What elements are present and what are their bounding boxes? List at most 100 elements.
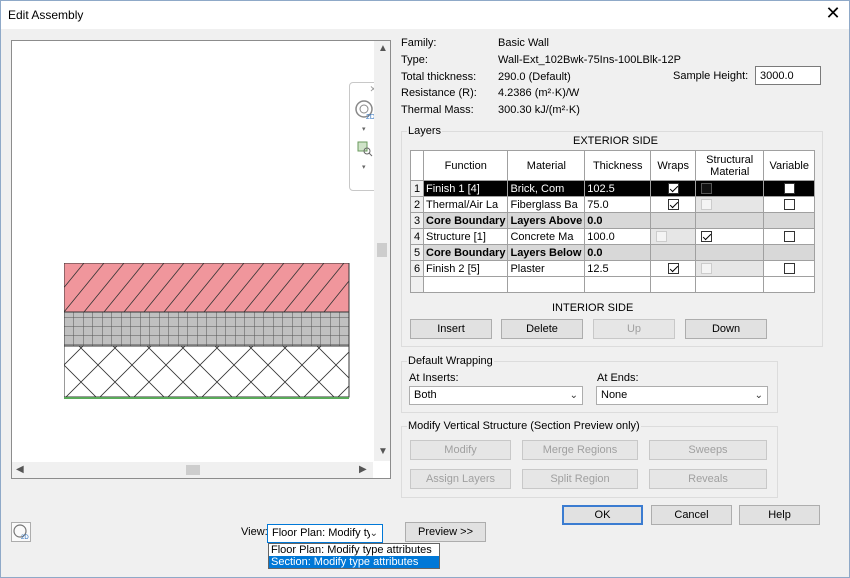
table-row[interactable]: 4 Structure [1] Concrete Ma 100.0: [410, 228, 816, 245]
cell-material[interactable]: [507, 276, 586, 293]
view-select[interactable]: Floor Plan: Modify typ ⌄: [267, 524, 383, 543]
horizontal-scroll-thumb[interactable]: [186, 465, 200, 475]
insert-button[interactable]: Insert: [410, 319, 492, 339]
cell-function[interactable]: Structure [1]: [422, 228, 509, 245]
chevron-down-icon[interactable]: ⌄: [570, 387, 578, 404]
steering-wheel-icon[interactable]: 2D: [354, 99, 376, 121]
cell-function[interactable]: Finish 2 [5]: [422, 260, 509, 277]
variable-checkbox[interactable]: [783, 231, 795, 243]
reveals-button[interactable]: Reveals: [649, 469, 767, 489]
row-number[interactable]: 3: [410, 212, 424, 229]
chevron-down-icon[interactable]: ▾: [362, 125, 366, 133]
cell-thickness[interactable]: 102.5: [584, 180, 652, 197]
cell-variable[interactable]: [763, 260, 816, 277]
preview-button[interactable]: Preview >>: [405, 522, 486, 542]
cell-material[interactable]: Fiberglass Ba: [507, 196, 586, 213]
at-inserts-select[interactable]: Both ⌄: [409, 386, 583, 405]
view-dropdown-list[interactable]: Floor Plan: Modify type attributes Secti…: [268, 543, 440, 569]
up-button[interactable]: Up: [593, 319, 675, 339]
variable-checkbox[interactable]: [783, 263, 795, 275]
view-cube-2d-button[interactable]: 2D: [11, 522, 31, 542]
cell-material[interactable]: Concrete Ma: [507, 228, 586, 245]
table-row[interactable]: 3 Core Boundary Layers Above 0.0: [410, 212, 816, 229]
table-row-empty[interactable]: [410, 276, 816, 293]
chevron-down-icon[interactable]: ⌄: [755, 387, 763, 404]
modify-button[interactable]: Modify: [410, 440, 511, 460]
column-header-thickness[interactable]: Thickness: [584, 150, 652, 181]
cell-variable[interactable]: [763, 180, 816, 197]
section-preview[interactable]: ✕ 2D ▾ ▾: [11, 40, 391, 479]
cancel-button[interactable]: Cancel: [651, 505, 732, 525]
cell-structural[interactable]: [695, 276, 765, 293]
column-header-variable[interactable]: Variable: [763, 150, 816, 181]
delete-button[interactable]: Delete: [501, 319, 583, 339]
help-button[interactable]: Help: [739, 505, 820, 525]
row-number[interactable]: 1: [410, 180, 424, 197]
type-label: Type:: [401, 54, 428, 66]
zoom-region-icon[interactable]: [357, 141, 373, 157]
wraps-checkbox[interactable]: [667, 199, 679, 211]
down-button[interactable]: Down: [685, 319, 767, 339]
row-number[interactable]: [410, 276, 424, 293]
cell-thickness[interactable]: 75.0: [584, 196, 652, 213]
row-number[interactable]: 2: [410, 196, 424, 213]
cell-thickness[interactable]: [584, 276, 652, 293]
scroll-right-icon[interactable]: ▶: [359, 464, 367, 475]
column-header-wraps[interactable]: Wraps: [650, 150, 697, 181]
cell-variable[interactable]: [763, 276, 816, 293]
horizontal-scrollbar[interactable]: ◀ ▶: [12, 462, 373, 478]
preview-canvas[interactable]: ✕ 2D ▾ ▾: [12, 41, 381, 461]
row-number[interactable]: 6: [410, 260, 424, 277]
column-header-material[interactable]: Material: [507, 150, 586, 181]
cell-thickness[interactable]: 100.0: [584, 228, 652, 245]
split-region-button[interactable]: Split Region: [522, 469, 638, 489]
at-ends-select[interactable]: None ⌄: [596, 386, 768, 405]
column-header-function[interactable]: Function: [422, 150, 509, 181]
vertical-scroll-thumb[interactable]: [377, 243, 387, 257]
cell-function[interactable]: Thermal/Air La: [422, 196, 509, 213]
merge-regions-button[interactable]: Merge Regions: [522, 440, 638, 460]
cell-function[interactable]: Finish 1 [4]: [422, 180, 509, 197]
scroll-up-icon[interactable]: ▲: [378, 43, 388, 54]
cell-structural[interactable]: [695, 228, 765, 245]
layers-table[interactable]: Function Material Thickness Wraps Struct…: [410, 150, 816, 293]
table-row[interactable]: 5 Core Boundary Layers Below 0.0: [410, 244, 816, 261]
wraps-checkbox[interactable]: [667, 183, 679, 195]
wall-section-drawing: [64, 263, 350, 399]
view-option-floor-plan[interactable]: Floor Plan: Modify type attributes: [269, 544, 439, 556]
cell-wraps[interactable]: [650, 196, 697, 213]
cell-material[interactable]: Plaster: [507, 260, 586, 277]
sample-height-input[interactable]: 3000.0: [755, 66, 821, 85]
chevron-down-icon[interactable]: ▾: [362, 163, 366, 171]
column-header-structural-material[interactable]: Structural Material: [695, 150, 765, 181]
cell-wraps[interactable]: [650, 276, 697, 293]
variable-checkbox[interactable]: [783, 199, 795, 211]
cell-function[interactable]: [422, 276, 509, 293]
view-option-section[interactable]: Section: Modify type attributes: [269, 556, 439, 568]
table-row[interactable]: 1 Finish 1 [4] Brick, Com 102.5: [410, 180, 816, 197]
cell-material[interactable]: Brick, Com: [507, 180, 586, 197]
close-icon[interactable]: ✕: [823, 4, 843, 22]
cell-variable[interactable]: [763, 228, 816, 245]
variable-checkbox[interactable]: [783, 183, 795, 195]
sweeps-button[interactable]: Sweeps: [649, 440, 767, 460]
cell-structural[interactable]: [695, 180, 765, 197]
structural-checkbox[interactable]: [701, 231, 713, 243]
scroll-left-icon[interactable]: ◀: [16, 464, 24, 475]
structural-checkbox[interactable]: [701, 183, 713, 195]
table-row[interactable]: 6 Finish 2 [5] Plaster 12.5: [410, 260, 816, 277]
table-row[interactable]: 2 Thermal/Air La Fiberglass Ba 75.0: [410, 196, 816, 213]
cell-variable[interactable]: [763, 196, 816, 213]
cell-thickness[interactable]: 12.5: [584, 260, 652, 277]
cell-wraps[interactable]: [650, 260, 697, 277]
vertical-scrollbar[interactable]: ▲ ▼: [374, 41, 390, 461]
wraps-checkbox[interactable]: [667, 263, 679, 275]
chevron-down-icon[interactable]: ⌄: [369, 525, 378, 542]
exterior-side-label: EXTERIOR SIDE: [573, 135, 658, 147]
row-number[interactable]: 5: [410, 244, 424, 261]
cell-wraps[interactable]: [650, 180, 697, 197]
assign-layers-button[interactable]: Assign Layers: [410, 469, 511, 489]
ok-button[interactable]: OK: [562, 505, 643, 525]
scroll-down-icon[interactable]: ▼: [378, 446, 388, 457]
row-number[interactable]: 4: [410, 228, 424, 245]
